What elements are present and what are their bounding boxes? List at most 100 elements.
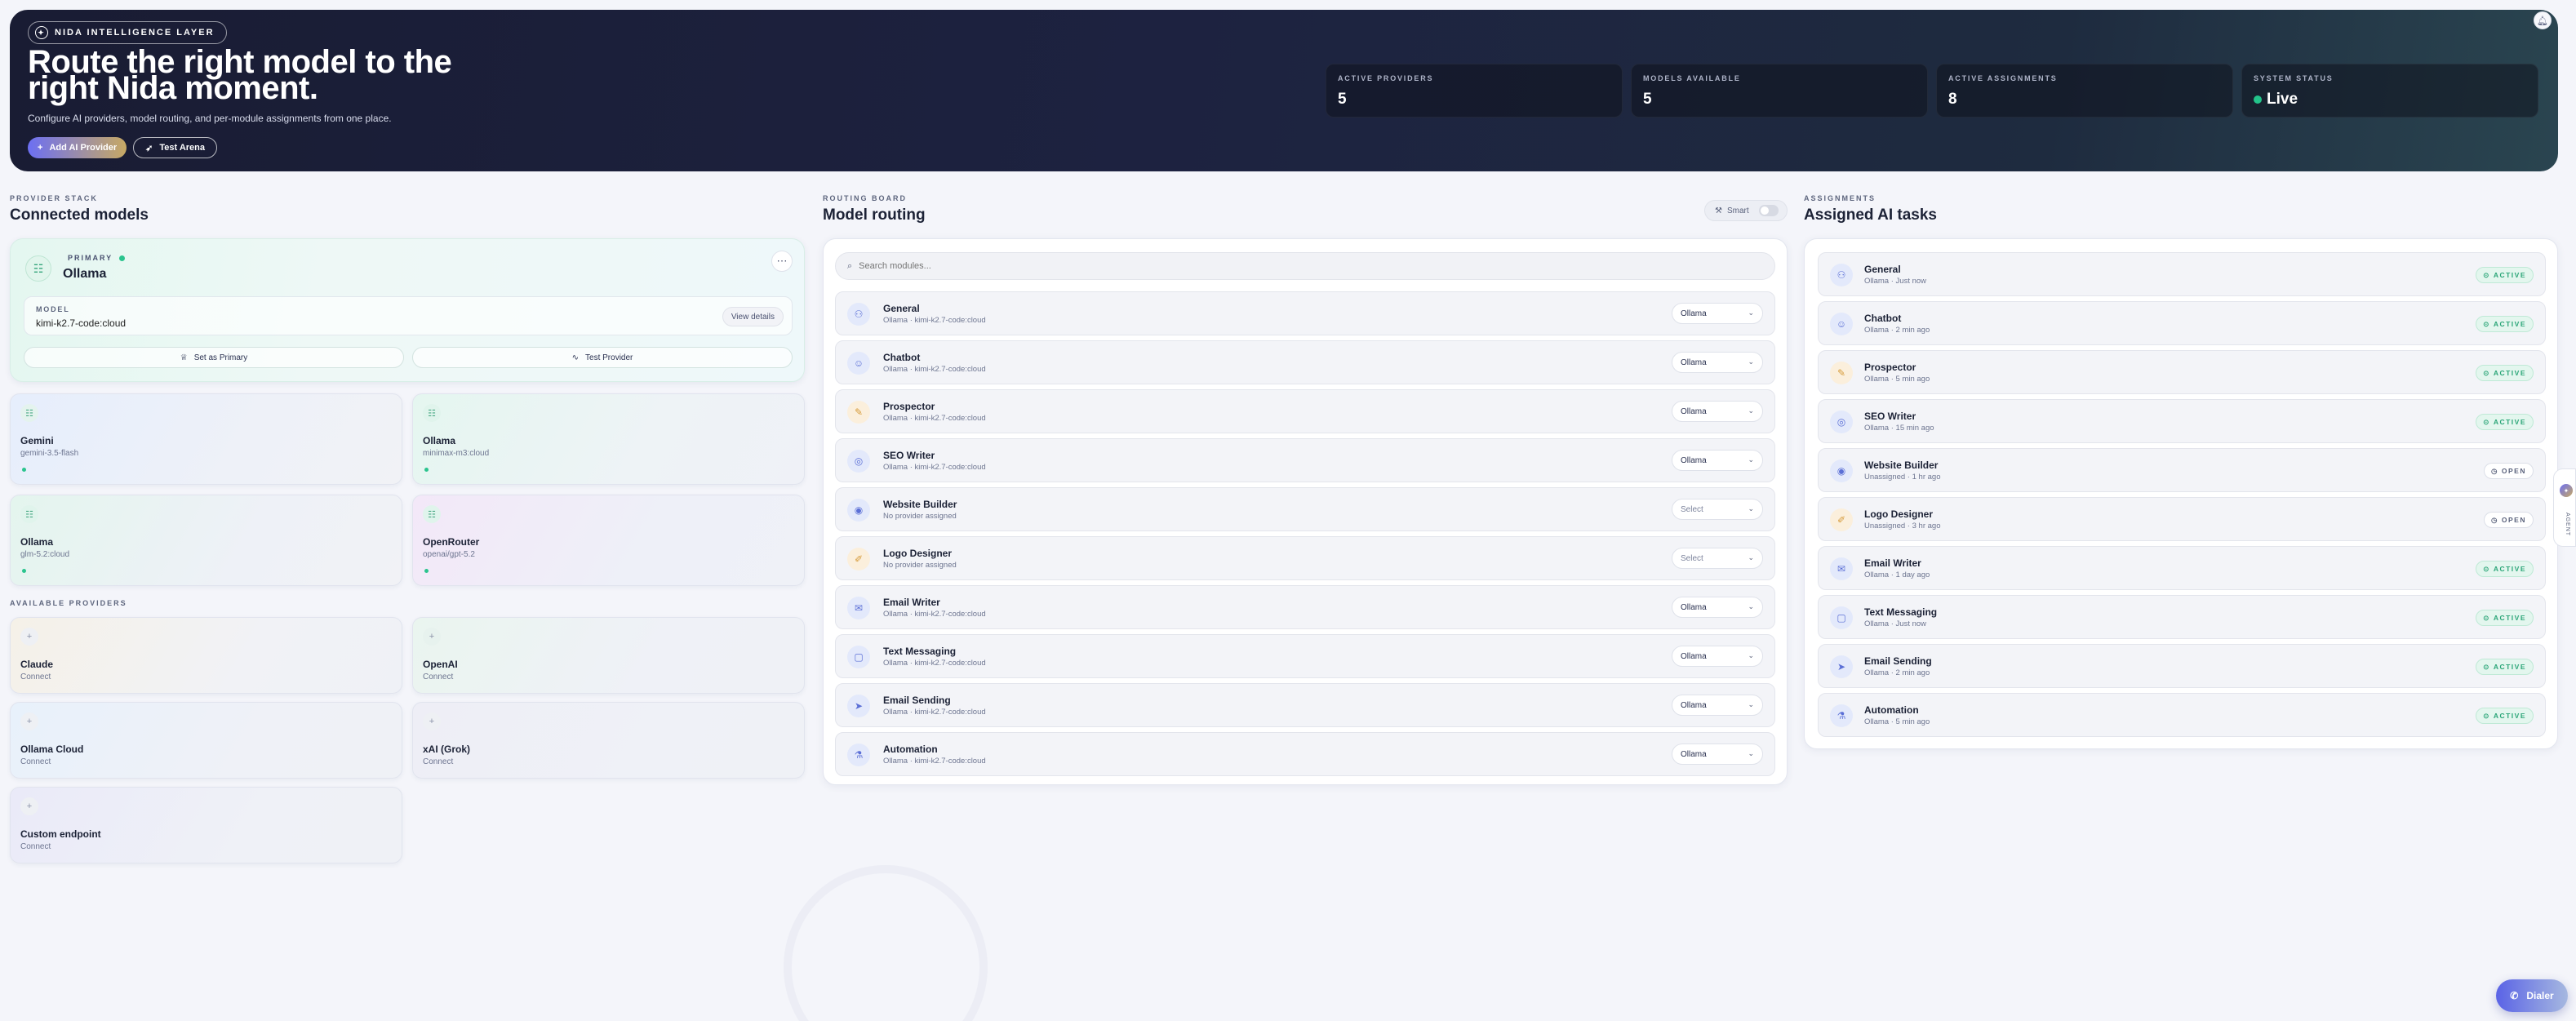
provider-select[interactable]: Ollama ⌄: [1672, 744, 1763, 765]
routing-row[interactable]: ✎ Prospector Ollama · kimi-k2.7-code:clo…: [835, 389, 1775, 433]
plus-icon: +: [20, 797, 38, 815]
routing-row[interactable]: ✐ Logo Designer No provider assigned Sel…: [835, 536, 1775, 580]
connect-link[interactable]: Connect: [20, 673, 51, 681]
available-provider-card[interactable]: + Custom endpoint Connect: [10, 787, 402, 863]
add-ai-provider-button[interactable]: + Add AI Provider: [28, 137, 127, 158]
assignment-row[interactable]: ▢ Text Messaging Ollama · Just now ⊙ ACTI…: [1818, 595, 2546, 639]
connect-link[interactable]: Connect: [423, 673, 453, 681]
assignment-row[interactable]: ✉ Email Writer Ollama · 1 day ago ⊙ ACTIV…: [1818, 546, 2546, 590]
provider-select[interactable]: Ollama ⌄: [1672, 401, 1763, 422]
available-provider-card[interactable]: + OpenAI Connect: [412, 617, 805, 694]
provider-select[interactable]: Ollama ⌄: [1672, 695, 1763, 716]
automation-icon: ⚗: [847, 744, 870, 766]
system-status-value: Live: [2267, 91, 2298, 108]
provider-select[interactable]: Ollama ⌄: [1672, 303, 1763, 324]
module-name: Email Sending: [883, 695, 951, 706]
chatbot-icon: ☺: [847, 352, 870, 375]
logo-designer-icon: ✐: [1830, 508, 1853, 531]
stat-value: Live: [2254, 91, 2526, 109]
status-badge: ⊙ ACTIVE: [2476, 316, 2534, 332]
general-icon: ⚇: [847, 303, 870, 326]
check-circle-icon: ⊙: [2483, 368, 2490, 377]
routing-row[interactable]: ◎ SEO Writer Ollama · kimi-k2.7-code:clo…: [835, 438, 1775, 482]
assignment-row[interactable]: ✐ Logo Designer Unassigned · 3 hr ago ◷ O…: [1818, 497, 2546, 541]
routing-row[interactable]: ✉ Email Writer Ollama · kimi-k2.7-code:c…: [835, 585, 1775, 629]
module-sub: Ollama · kimi-k2.7-code:cloud: [883, 463, 986, 472]
agent-side-tab[interactable]: ✦ AGENT: [2553, 468, 2576, 547]
stat-label: SYSTEM STATUS: [2254, 74, 2334, 82]
plus-icon: +: [20, 712, 38, 730]
search-bar[interactable]: ⌕: [835, 252, 1775, 280]
set-as-primary-button[interactable]: ♕ Set as Primary: [24, 347, 404, 368]
available-provider-card[interactable]: + xAI (Grok) Connect: [412, 702, 805, 779]
assignments-panel: ⚇ General Ollama · Just now ⊙ ACTIVE ☺ Ch…: [1804, 238, 2558, 749]
server-icon: ☷: [20, 404, 38, 422]
primary-model-box: MODEL kimi-k2.7-code:cloud View details: [24, 296, 793, 335]
search-input[interactable]: [859, 261, 1741, 271]
task-sub: Ollama · Just now: [1864, 619, 1927, 628]
smart-routing-toggle[interactable]: ⚒ Smart: [1704, 200, 1788, 221]
plus-icon: +: [38, 143, 43, 153]
provider-select[interactable]: Ollama ⌄: [1672, 450, 1763, 471]
status-label: ACTIVE: [2493, 712, 2526, 720]
provider-select[interactable]: Ollama ⌄: [1672, 646, 1763, 667]
status-badge: ⊙ ACTIVE: [2476, 561, 2534, 577]
provider-select[interactable]: Ollama ⌄: [1672, 352, 1763, 373]
provider-select[interactable]: Select ⌄: [1672, 548, 1763, 569]
routing-row[interactable]: ▢ Text Messaging Ollama · kimi-k2.7-code…: [835, 634, 1775, 678]
routing-eyebrow: ROUTING BOARD: [823, 194, 907, 202]
routing-row[interactable]: ⚗ Automation Ollama · kimi-k2.7-code:clo…: [835, 732, 1775, 776]
select-value: Select: [1681, 504, 1703, 514]
provider-model: gemini-3.5-flash: [20, 449, 79, 458]
server-icon: ☷: [423, 505, 441, 523]
test-provider-button[interactable]: ∿ Test Provider: [412, 347, 793, 368]
stat-value: 5: [1338, 91, 1347, 108]
connected-provider-card[interactable]: ☷ Gemini gemini-3.5-flash: [10, 393, 402, 485]
routing-row[interactable]: ◉ Website Builder No provider assigned S…: [835, 487, 1775, 531]
assignment-row[interactable]: ➤ Email Sending Ollama · 2 min ago ⊙ ACTI…: [1818, 644, 2546, 688]
provider-select[interactable]: Select ⌄: [1672, 499, 1763, 520]
task-name: Email Writer: [1864, 557, 1921, 569]
dialer-button[interactable]: ✆ Dialer: [2496, 979, 2568, 1012]
task-sub: Ollama · 2 min ago: [1864, 326, 1930, 335]
assignment-row[interactable]: ◉ Website Builder Unassigned · 1 hr ago …: [1818, 448, 2546, 492]
stat-card-system-status: SYSTEM STATUS Live: [2241, 64, 2538, 118]
connect-link[interactable]: Connect: [20, 757, 51, 766]
status-badge: ⊙ ACTIVE: [2476, 659, 2534, 675]
provider-select[interactable]: Ollama ⌄: [1672, 597, 1763, 618]
view-details-button[interactable]: View details: [722, 307, 784, 326]
routing-row[interactable]: ➤ Email Sending Ollama · kimi-k2.7-code:…: [835, 683, 1775, 727]
assignment-row[interactable]: ✎ Prospector Ollama · 5 min ago ⊙ ACTIVE: [1818, 350, 2546, 394]
model-label: MODEL: [36, 305, 70, 313]
status-dot: [22, 569, 26, 573]
toggle-switch[interactable]: [1758, 205, 1779, 216]
chevron-down-icon: ⌄: [1748, 700, 1754, 708]
module-sub: No provider assigned: [883, 561, 957, 570]
phone-icon: ✆: [2510, 990, 2519, 1001]
select-value: Ollama: [1681, 749, 1707, 759]
assignment-row[interactable]: ◎ SEO Writer Ollama · 15 min ago ⊙ ACTIVE: [1818, 399, 2546, 443]
routing-row[interactable]: ☺ Chatbot Ollama · kimi-k2.7-code:cloud …: [835, 340, 1775, 384]
bell-icon[interactable]: 🔔︎: [2534, 11, 2552, 29]
server-icon: ☷: [423, 404, 441, 422]
available-provider-card[interactable]: + Ollama Cloud Connect: [10, 702, 402, 779]
connected-provider-card[interactable]: ☷ Ollama glm-5.2:cloud: [10, 495, 402, 586]
set-as-primary-label: Set as Primary: [193, 353, 248, 362]
assignment-row[interactable]: ⚇ General Ollama · Just now ⊙ ACTIVE: [1818, 252, 2546, 296]
hero-eyebrow: NIDA INTELLIGENCE LAYER: [55, 28, 215, 38]
connect-link[interactable]: Connect: [423, 757, 453, 766]
connected-provider-card[interactable]: ☷ Ollama minimax-m3:cloud: [412, 393, 805, 485]
connect-link[interactable]: Connect: [20, 842, 51, 851]
assignment-row[interactable]: ☺ Chatbot Ollama · 2 min ago ⊙ ACTIVE: [1818, 301, 2546, 345]
status-dot: [424, 468, 429, 472]
assignment-row[interactable]: ⚗ Automation Ollama · 5 min ago ⊙ ACTIVE: [1818, 693, 2546, 737]
test-arena-button[interactable]: ➶ Test Arena: [133, 137, 218, 158]
more-options-icon[interactable]: ⋯: [771, 251, 793, 272]
logo-designer-icon: ✐: [847, 548, 870, 570]
smart-label: Smart: [1726, 206, 1749, 215]
task-name: Prospector: [1864, 362, 1916, 373]
task-sub: Ollama · 15 min ago: [1864, 424, 1934, 433]
available-provider-card[interactable]: + Claude Connect: [10, 617, 402, 694]
routing-row[interactable]: ⚇ General Ollama · kimi-k2.7-code:cloud …: [835, 291, 1775, 335]
connected-provider-card[interactable]: ☷ OpenRouter openai/gpt-5.2: [412, 495, 805, 586]
